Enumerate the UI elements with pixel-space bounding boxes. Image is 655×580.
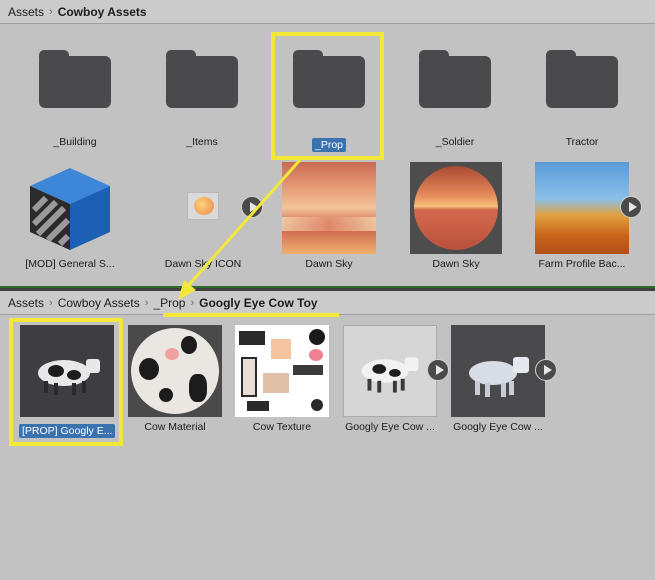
folder-label-selected: _Prop <box>311 138 347 152</box>
folder-label: _Building <box>53 136 97 148</box>
folder-items[interactable]: _Items <box>154 50 250 148</box>
asset-label: Cow Material <box>144 421 206 433</box>
material-sphere-thumbnail <box>128 325 222 417</box>
asset-general-prefab[interactable]: [MOD] General S... <box>22 162 118 270</box>
asset-cow-model[interactable]: Googly Eye Cow ... <box>342 325 449 433</box>
texture-thumbnail <box>235 325 329 417</box>
asset-cow-material[interactable]: Cow Material <box>127 325 223 433</box>
asset-label: Farm Profile Bac... <box>538 258 626 270</box>
breadcrumb-separator-icon: › <box>49 296 53 309</box>
breadcrumb-assets[interactable]: Assets <box>8 296 44 310</box>
breadcrumb-highlight-underline <box>163 313 339 317</box>
breadcrumb-assets[interactable]: Assets <box>8 5 44 19</box>
play-icon[interactable] <box>620 196 642 218</box>
cow-model-thumbnail <box>343 325 437 417</box>
asset-label: Googly Eye Cow ... <box>345 421 435 433</box>
breadcrumb-separator-icon: › <box>49 5 53 18</box>
breadcrumb-current[interactable]: Googly Eye Cow Toy <box>199 296 317 310</box>
folder-soldier[interactable]: _Soldier <box>407 50 503 148</box>
top-project-pane: Assets › Cowboy Assets _Building _Items … <box>0 0 655 288</box>
play-icon[interactable] <box>427 359 449 381</box>
cube-prefab-icon <box>24 162 116 254</box>
folder-building[interactable]: _Building <box>27 50 123 148</box>
asset-label: Dawn Sky <box>305 258 353 270</box>
asset-farm-profile[interactable]: Farm Profile Bac... <box>534 162 642 270</box>
asset-dawn-sky-material[interactable]: Dawn Sky <box>408 162 504 270</box>
breadcrumb-separator-icon: › <box>144 296 149 309</box>
folder-icon <box>419 50 491 108</box>
folder-label: _Soldier <box>435 136 475 148</box>
sky-icon <box>157 162 249 254</box>
folder-prop[interactable]: _Prop <box>281 50 377 157</box>
asset-cow-texture[interactable]: Cow Texture <box>234 325 330 433</box>
cow-prefab-thumbnail <box>20 325 114 417</box>
asset-label: Cow Texture <box>252 421 312 433</box>
breadcrumb-separator-icon: › <box>190 296 195 309</box>
folder-icon <box>293 50 365 108</box>
cow-model-white-thumbnail <box>451 325 545 417</box>
asset-label: Dawn Sky ICON <box>164 258 242 270</box>
asset-label: Googly Eye Cow ... <box>453 421 543 433</box>
asset-label: [MOD] General S... <box>25 258 115 270</box>
asset-cow-prefab[interactable]: [PROP] Googly E... <box>19 325 116 443</box>
breadcrumb: Assets › Cowboy Assets <box>0 0 655 24</box>
sky-sphere-material-thumbnail <box>410 162 502 254</box>
breadcrumb-current[interactable]: Cowboy Assets <box>58 5 147 19</box>
folder-label: Tractor <box>565 136 599 148</box>
folder-icon <box>546 50 618 108</box>
asset-dawn-sky-icon[interactable]: Dawn Sky ICON <box>155 162 263 270</box>
folder-label: _Items <box>186 136 218 148</box>
breadcrumb-prop[interactable]: _Prop <box>153 296 185 310</box>
folder-icon <box>39 50 111 108</box>
play-icon[interactable] <box>241 196 263 218</box>
bottom-project-pane: Assets › Cowboy Assets › _Prop › Googly … <box>0 291 655 580</box>
asset-label-selected: [PROP] Googly E... <box>19 424 116 438</box>
breadcrumb-cowboy-assets[interactable]: Cowboy Assets <box>58 296 140 310</box>
breadcrumb: Assets › Cowboy Assets › _Prop › Googly … <box>0 291 655 315</box>
farm-profile-thumbnail <box>535 162 629 254</box>
sky-texture-thumbnail <box>282 162 376 254</box>
asset-cow-model-white[interactable]: Googly Eye Cow ... <box>450 325 557 433</box>
play-icon[interactable] <box>535 359 557 381</box>
folder-tractor[interactable]: Tractor <box>534 50 630 148</box>
folder-icon <box>166 50 238 108</box>
asset-dawn-sky[interactable]: Dawn Sky <box>281 162 377 270</box>
asset-label: Dawn Sky <box>432 258 480 270</box>
